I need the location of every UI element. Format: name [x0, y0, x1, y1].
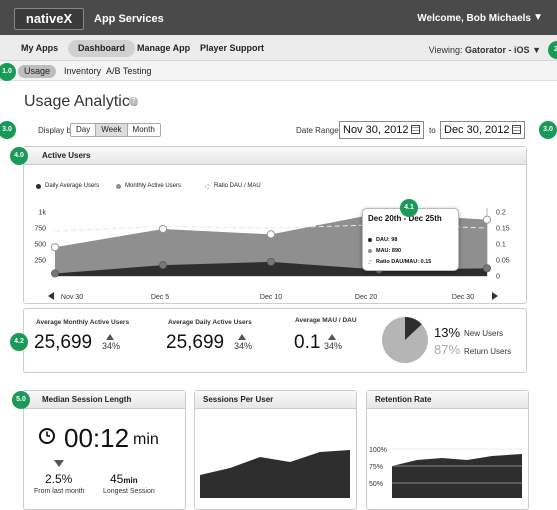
x-tick: Nov 30	[61, 294, 83, 301]
avg-mau-delta: 34%	[102, 341, 121, 351]
dau-point	[267, 257, 275, 266]
y-right-tick: 0	[496, 274, 500, 281]
session-change-value: 2.5%	[45, 472, 73, 486]
longest-session-number: 45	[110, 472, 124, 486]
sessions-per-user-header: Sessions Per User	[195, 391, 356, 409]
chevron-left-icon[interactable]	[48, 292, 54, 300]
mau-point	[482, 215, 492, 224]
y-left-tick: 1k	[39, 210, 47, 217]
y-right-tick: 0.1	[496, 242, 506, 249]
retention-tick-75: 75%	[369, 464, 384, 471]
annotation-badge-4-2: 4.2	[10, 333, 28, 351]
longest-session-value: 45min	[110, 472, 138, 486]
return-users-label: Return Users	[464, 347, 512, 356]
longest-session-unit: min	[123, 476, 138, 485]
dau-point	[483, 264, 491, 273]
median-session-unit: min	[133, 431, 159, 448]
session-change-label: From last month	[34, 488, 85, 495]
retention-rate-header: Retention Rate	[367, 391, 528, 409]
avg-ratio-value: 0.1	[294, 332, 321, 353]
retention-rate-chart[interactable]	[392, 448, 522, 498]
longest-session-label: Longest Session	[103, 488, 155, 495]
arrow-up-icon	[106, 334, 114, 340]
retention-tick-50: 50%	[369, 481, 384, 488]
clock-icon	[39, 428, 55, 444]
tooltip-dau-swatch	[368, 238, 372, 242]
annotation-badge-4-1: 4.1	[400, 199, 418, 217]
chevron-right-icon[interactable]	[492, 292, 498, 300]
return-users-pct: 87%	[434, 342, 461, 357]
x-tick: Dec 10	[260, 294, 282, 301]
mau-point	[158, 224, 168, 234]
dau-point	[159, 261, 167, 270]
avg-mau-label: Average Monthly Active Users	[36, 319, 130, 326]
retention-tick-100: 100%	[369, 447, 387, 454]
y-right-tick: 0.2	[496, 210, 506, 217]
y-right-tick: 0.05	[496, 258, 510, 265]
tooltip-dau: DAU: 98	[368, 237, 397, 243]
avg-ratio-label: Average MAU / DAU	[295, 317, 357, 324]
tooltip-mau-text: MAU: 890	[376, 248, 402, 254]
median-session-header: Median Session Length	[24, 391, 185, 409]
dau-point	[51, 269, 59, 278]
y-left-tick: 250	[34, 258, 46, 265]
avg-dau-value: 25,699	[166, 332, 225, 353]
arrow-up-icon	[328, 334, 336, 340]
chart-tooltip: Dec 20th - Dec 25th DAU: 98 MAU: 890 Rat…	[362, 208, 459, 271]
tooltip-ratio-swatch	[368, 260, 372, 264]
mau-point	[50, 243, 60, 252]
tooltip-mau-swatch	[368, 249, 372, 253]
median-session-value: 00:12	[64, 423, 130, 453]
mau-point	[266, 230, 276, 239]
y-right-tick: 0.15	[496, 226, 510, 233]
x-tick: Dec 30	[452, 294, 474, 301]
annotation-badge-5: 5.0	[12, 391, 30, 409]
tooltip-ratio: Ratio DAU/MAU: 0.15	[368, 259, 431, 265]
summary-stats-panel	[23, 308, 527, 373]
x-tick: Dec 20	[355, 294, 377, 301]
tooltip-dau-text: DAU: 98	[376, 237, 398, 243]
avg-mau-value: 25,699	[34, 332, 93, 353]
x-tick: Dec 5	[151, 294, 169, 301]
sessions-per-user-chart[interactable]	[200, 440, 350, 498]
new-users-pct: 13%	[434, 325, 461, 340]
avg-dau-label: Average Daily Active Users	[168, 319, 252, 326]
tooltip-ratio-text: Ratio DAU/MAU: 0.15	[376, 259, 432, 265]
y-left-tick: 750	[34, 226, 46, 233]
arrow-up-icon	[238, 334, 246, 340]
arrow-down-icon	[54, 460, 64, 467]
avg-dau-delta: 34%	[234, 341, 253, 351]
tooltip-mau: MAU: 890	[368, 248, 401, 254]
new-users-label: New Users	[464, 329, 504, 338]
y-left-tick: 500	[34, 242, 46, 249]
new-vs-return-pie	[382, 317, 428, 363]
avg-ratio-delta: 34%	[324, 341, 343, 351]
